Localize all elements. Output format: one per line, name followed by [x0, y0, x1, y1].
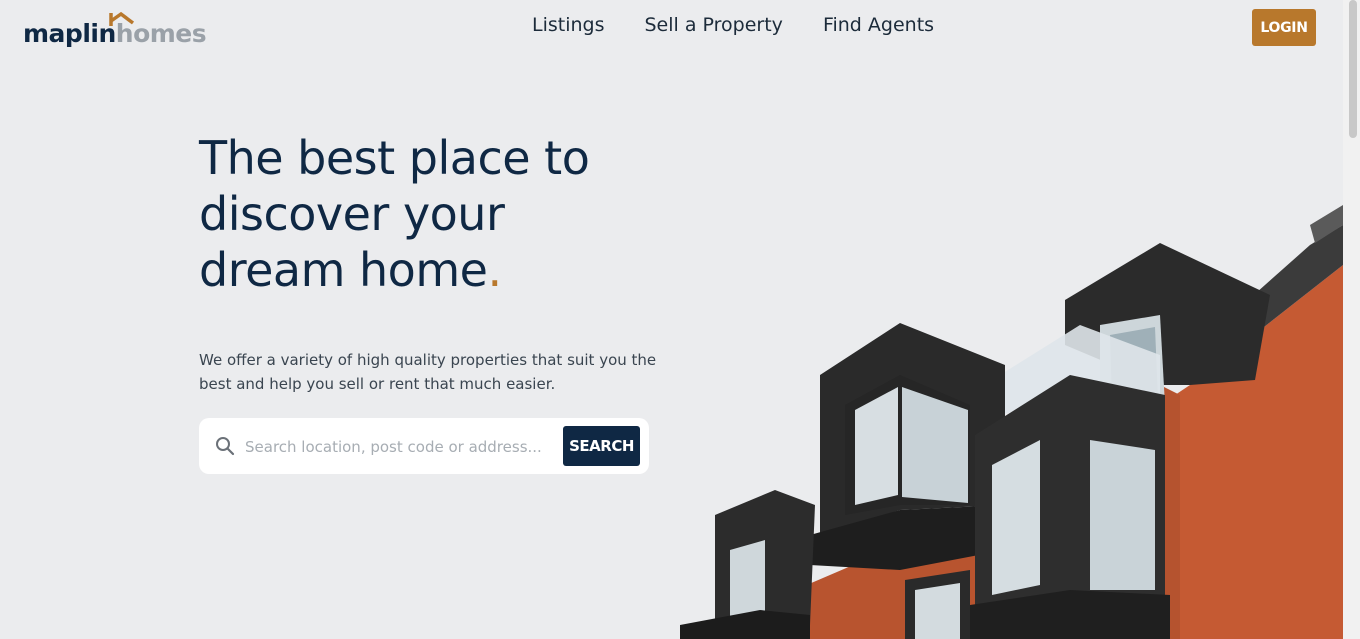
search-bar: SEARCH: [199, 418, 649, 474]
login-button[interactable]: LOGIN: [1252, 9, 1316, 46]
nav-listings[interactable]: Listings: [532, 14, 605, 36]
nav-sell-property[interactable]: Sell a Property: [645, 14, 783, 36]
hero-subtext: We offer a variety of high quality prope…: [199, 351, 657, 393]
brand-logo[interactable]: maplin homes: [23, 10, 207, 48]
search-icon: [216, 437, 235, 456]
search-button[interactable]: SEARCH: [563, 426, 640, 466]
headline-line-3: dream home: [199, 243, 488, 297]
hero-building-image: [680, 205, 1343, 639]
logo-text-primary: maplin: [23, 19, 116, 48]
headline-accent-dot: .: [487, 243, 502, 297]
hero-headline: The best place to discover your dream home…: [199, 130, 659, 298]
headline-line-1: The best place to: [199, 131, 590, 185]
headline-line-2: discover your: [199, 187, 505, 241]
scrollbar-thumb[interactable]: [1349, 0, 1357, 138]
house-roof-logo-icon: [109, 11, 135, 26]
search-input[interactable]: [243, 432, 555, 462]
page: maplin homes Listings Sell a Property Fin…: [0, 0, 1343, 639]
main-nav: Listings Sell a Property Find Agents: [532, 14, 934, 36]
nav-find-agents[interactable]: Find Agents: [823, 14, 934, 36]
